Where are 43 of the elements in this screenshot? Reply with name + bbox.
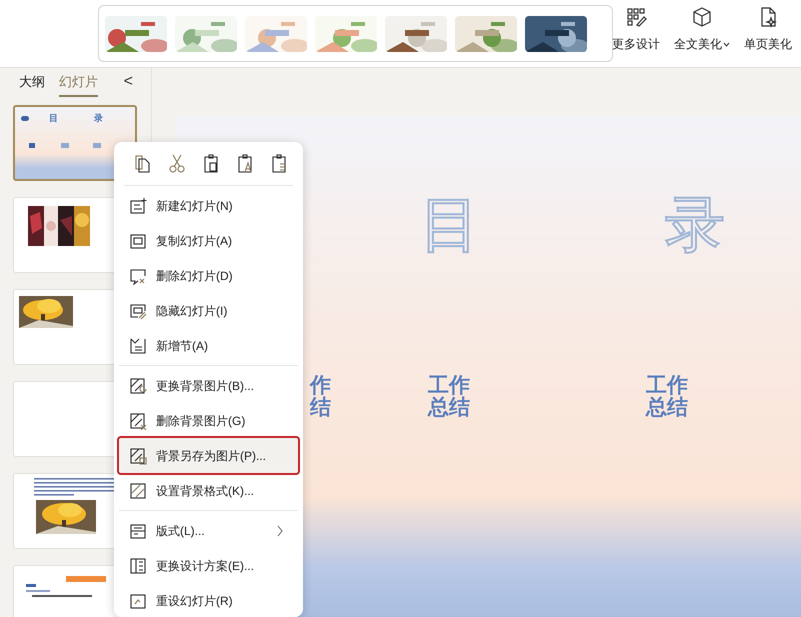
menu-item[interactable]: 设置背景格式(K)... (119, 473, 298, 508)
menu-item[interactable]: 新建幻灯片(N) (119, 188, 298, 223)
menu-item[interactable]: 删除背景图片(G) (119, 403, 298, 438)
slide-label: 工作总结 (646, 375, 688, 420)
panel-tab[interactable]: 幻灯片 (59, 68, 98, 96)
design-icon (129, 556, 147, 574)
hide-slide-icon (129, 302, 147, 320)
menu-item[interactable]: 版式(L)... (119, 513, 298, 548)
layout-icon (129, 522, 147, 540)
slide-title-char: 录 (665, 195, 725, 255)
menu-item[interactable]: 背景另存为图片(P)... (119, 438, 298, 473)
menu-item[interactable]: 更换背景图片(B)... (119, 368, 298, 403)
slide-label: 作结 (310, 375, 331, 420)
collapse-button[interactable]: < (124, 70, 133, 94)
cut-icon (167, 152, 187, 174)
duplicate-icon (129, 232, 147, 250)
delete-slide-icon (129, 266, 147, 284)
menu-item[interactable]: 重设幻灯片(R) (119, 583, 298, 617)
menu-item[interactable]: 删除幻灯片(D) (119, 258, 298, 293)
grid-brush-icon (625, 6, 647, 28)
thumbnail-mark (21, 116, 29, 120)
reset-slide-icon (129, 592, 147, 610)
background-change-icon (129, 376, 147, 394)
toolbar-button[interactable]: 单页美化 (735, 4, 801, 60)
thumbnail-text: 目 (49, 112, 58, 124)
background-save-icon (129, 446, 147, 464)
menu-item[interactable]: 新增节(A) (119, 328, 298, 363)
thumbnail-text: 录 (94, 112, 103, 124)
cube-icon (691, 6, 713, 28)
clipboard-button[interactable] (167, 152, 187, 174)
menu-item[interactable]: 隐藏幻灯片(I) (119, 293, 298, 328)
toolbar-button[interactable]: 更多设计 (603, 4, 669, 60)
background-format-icon (129, 482, 147, 500)
section-icon (129, 336, 147, 354)
slide-thumbnail[interactable]: 目 录 (13, 104, 137, 180)
menu-item[interactable]: 更换设计方案(E)... (119, 548, 298, 583)
toolbar-button[interactable]: 全文美化 (669, 4, 735, 60)
panel-tab[interactable]: 大纲 (19, 68, 45, 96)
menu-item[interactable]: 复制幻灯片(A) (119, 223, 298, 258)
new-slide-icon (129, 196, 147, 214)
background-delete-icon (129, 412, 147, 430)
slide-title-char: 目 (420, 195, 480, 255)
slide-label: 工作总结 (428, 375, 470, 420)
